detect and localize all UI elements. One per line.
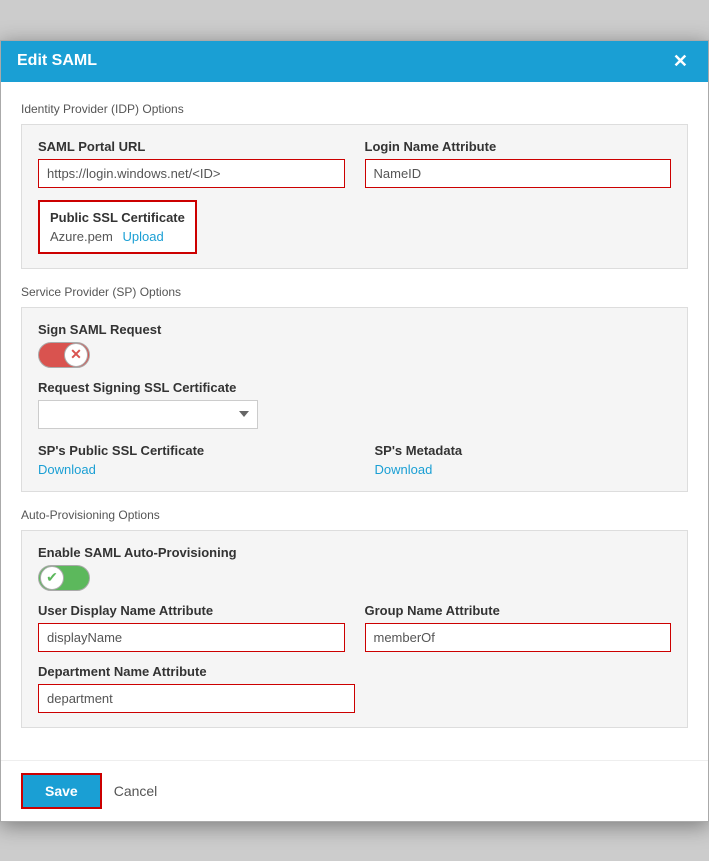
sign-saml-toggle-container: ✕ [38, 342, 671, 368]
save-button[interactable]: Save [21, 773, 102, 809]
sp-metadata-label: SP's Metadata [375, 443, 672, 458]
idp-url-login-row: SAML Portal URL Login Name Attribute [38, 139, 671, 188]
signing-cert-select[interactable] [38, 400, 258, 429]
saml-url-field-col: SAML Portal URL [38, 139, 345, 188]
cancel-button[interactable]: Cancel [114, 783, 158, 799]
sp-public-cert-col: SP's Public SSL Certificate Download [38, 443, 335, 477]
login-name-label: Login Name Attribute [365, 139, 672, 154]
close-button[interactable]: ✕ [669, 51, 692, 72]
dept-name-label: Department Name Attribute [38, 664, 355, 679]
auto-prov-section-box: Enable SAML Auto-Provisioning ✔ User Dis… [21, 530, 688, 728]
cert-label: Public SSL Certificate [50, 210, 185, 225]
idp-section-label: Identity Provider (IDP) Options [21, 102, 688, 116]
sp-public-cert-download-link[interactable]: Download [38, 462, 96, 477]
enable-auto-prov-toggle-container: ✔ [38, 565, 671, 591]
display-group-row: User Display Name Attribute Group Name A… [38, 603, 671, 652]
group-name-label: Group Name Attribute [365, 603, 672, 618]
modal-title: Edit SAML [17, 52, 97, 70]
idp-section-box: SAML Portal URL Login Name Attribute Pub… [21, 124, 688, 269]
sp-public-cert-label: SP's Public SSL Certificate [38, 443, 335, 458]
enable-auto-prov-label: Enable SAML Auto-Provisioning [38, 545, 671, 560]
public-ssl-cert-box: Public SSL Certificate Azure.pem Upload [38, 200, 197, 254]
toggle-thumb-off: ✕ [64, 343, 88, 367]
login-name-field-col: Login Name Attribute [365, 139, 672, 188]
login-name-input[interactable] [365, 159, 672, 188]
modal-header: Edit SAML ✕ [1, 41, 708, 82]
sp-metadata-col: SP's Metadata Download [375, 443, 672, 477]
user-display-label: User Display Name Attribute [38, 603, 345, 618]
sp-section-box: Sign SAML Request ✕ Request Signing SSL … [21, 307, 688, 492]
enable-auto-prov-toggle[interactable]: ✔ [38, 565, 90, 591]
group-name-input[interactable] [365, 623, 672, 652]
sign-saml-label: Sign SAML Request [38, 322, 671, 337]
signing-cert-label: Request Signing SSL Certificate [38, 380, 671, 395]
toggle-thumb-on: ✔ [40, 566, 64, 590]
user-display-col: User Display Name Attribute [38, 603, 345, 652]
saml-url-input[interactable] [38, 159, 345, 188]
sp-links-row: SP's Public SSL Certificate Download SP'… [38, 443, 671, 477]
auto-prov-section-label: Auto-Provisioning Options [21, 508, 688, 522]
dept-name-input[interactable] [38, 684, 355, 713]
dept-name-col: Department Name Attribute [38, 664, 355, 713]
edit-saml-modal: Edit SAML ✕ Identity Provider (IDP) Opti… [0, 40, 709, 822]
cert-filename: Azure.pem [50, 229, 113, 244]
upload-link[interactable]: Upload [123, 229, 164, 244]
saml-url-label: SAML Portal URL [38, 139, 345, 154]
user-display-input[interactable] [38, 623, 345, 652]
sign-saml-toggle[interactable]: ✕ [38, 342, 90, 368]
modal-body: Identity Provider (IDP) Options SAML Por… [1, 82, 708, 760]
sp-metadata-download-link[interactable]: Download [375, 462, 433, 477]
group-name-col: Group Name Attribute [365, 603, 672, 652]
sp-section-label: Service Provider (SP) Options [21, 285, 688, 299]
modal-footer: Save Cancel [1, 760, 708, 821]
